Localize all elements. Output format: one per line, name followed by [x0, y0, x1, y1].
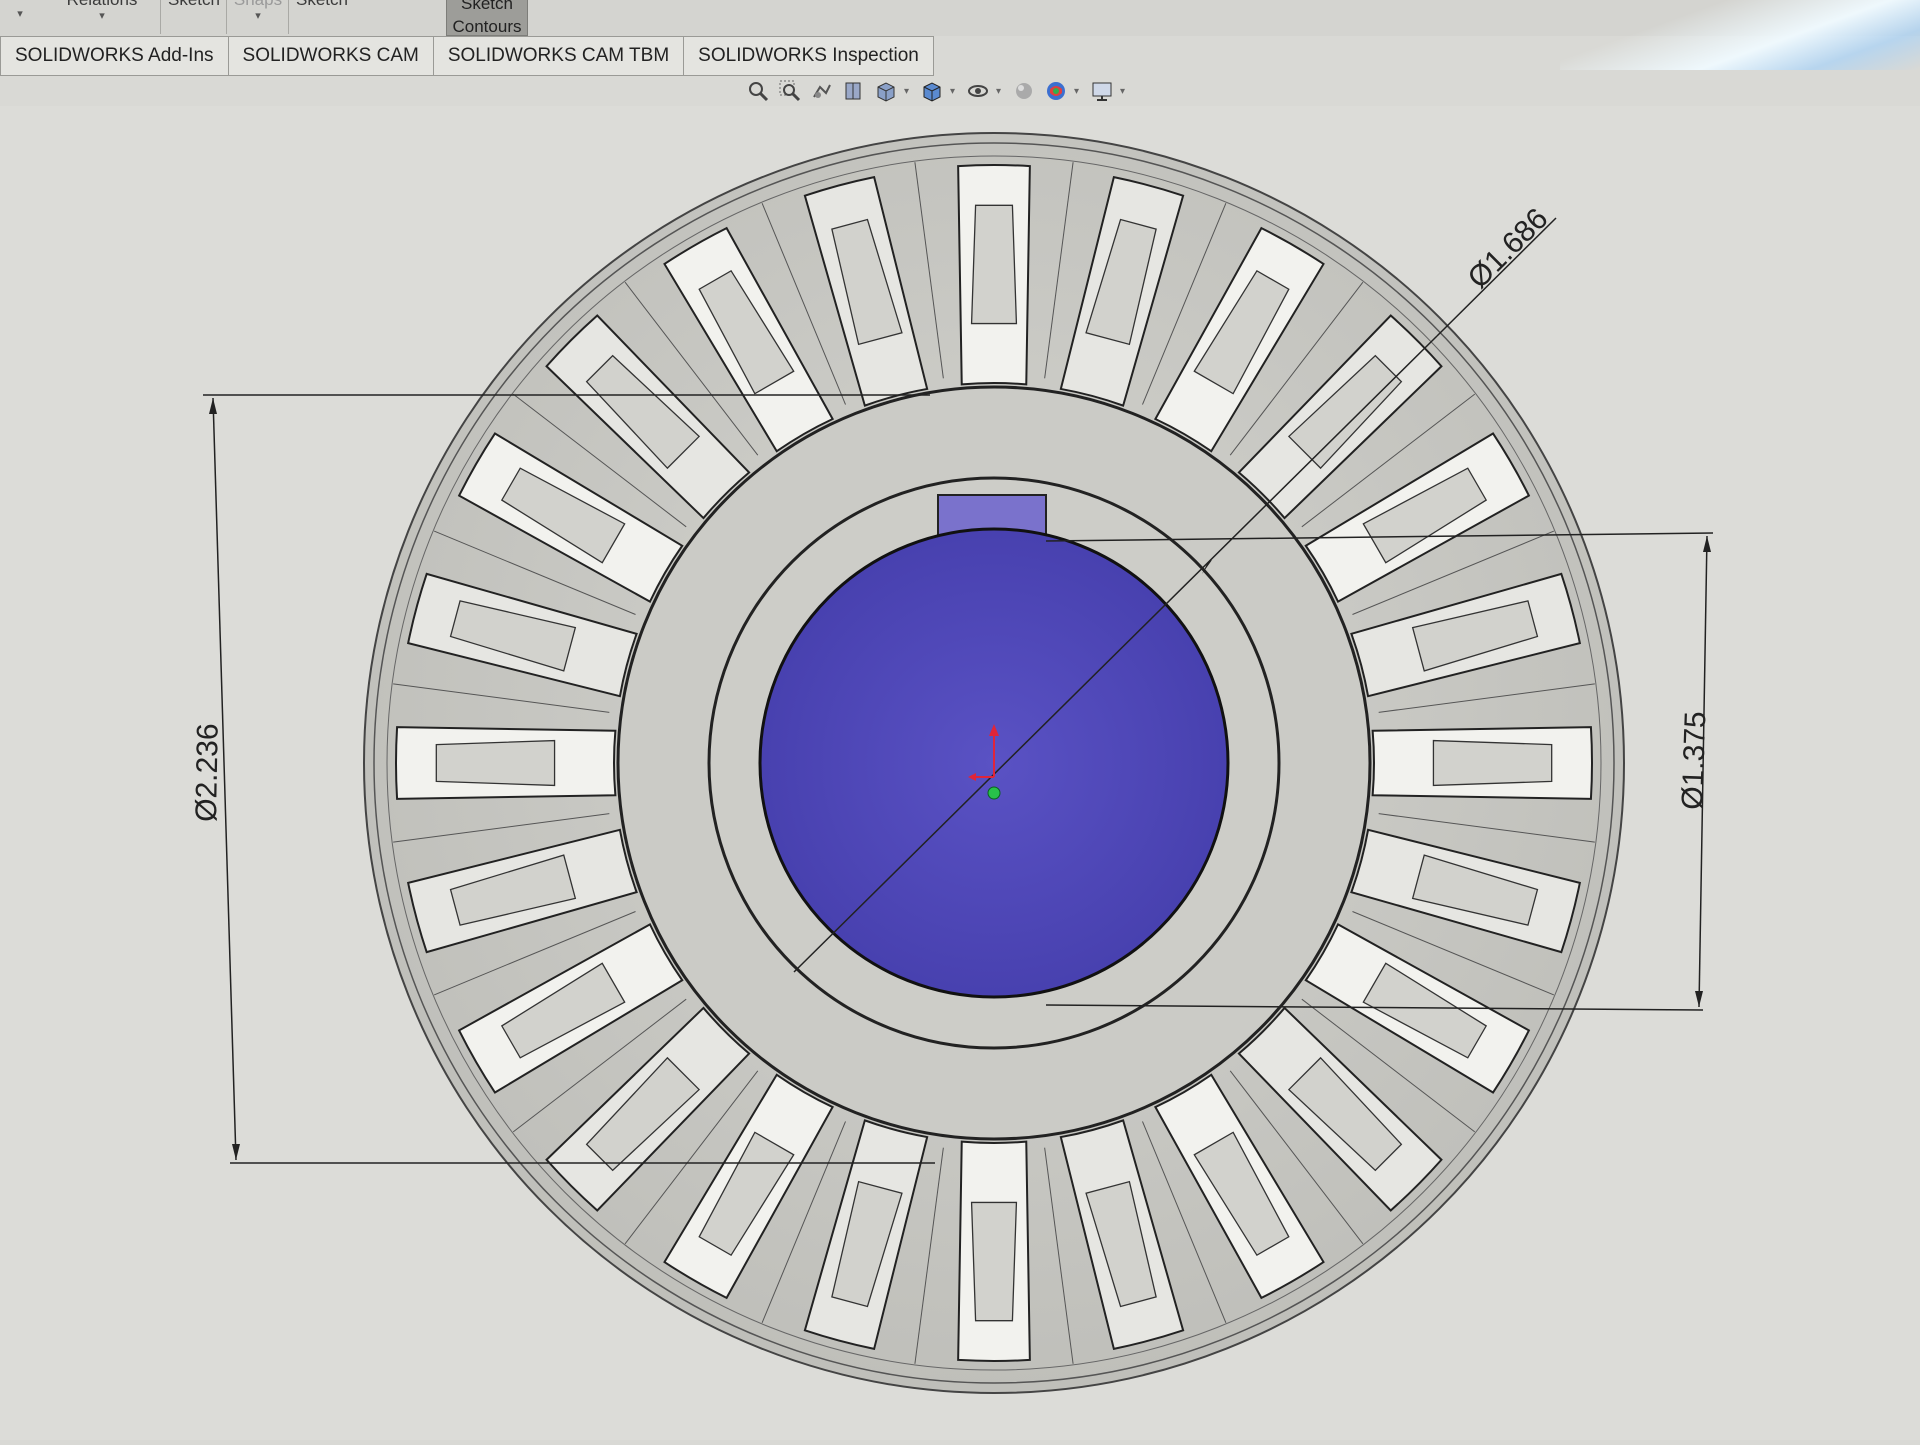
sketch-contours-label-line2: Contours — [452, 17, 522, 36]
command-manager-strip: ▾ Relations ▾ Sketch Snaps ▾ Sketch Sket… — [0, 0, 1920, 70]
previous-view-icon[interactable] — [808, 77, 836, 105]
fin-slot-floor — [970, 204, 1018, 325]
chevron-down-icon: ▾ — [17, 8, 23, 20]
sketch-button-2[interactable]: Sketch — [290, 0, 354, 27]
divider — [160, 0, 161, 34]
edit-appearance-icon[interactable] — [1010, 77, 1038, 105]
relations-button[interactable]: Relations ▾ — [52, 0, 152, 27]
fin-slot-floor — [435, 739, 556, 787]
hide-show-items-icon[interactable] — [964, 77, 992, 105]
chevron-down-icon: ▾ — [255, 10, 261, 22]
fin-slot-floor — [970, 1201, 1018, 1322]
outer-diameter-label: Ø2.236 — [190, 723, 225, 822]
view-orientation-icon[interactable] — [872, 77, 900, 105]
sketch-contours-button[interactable]: Sketch Contours — [446, 0, 528, 36]
chevron-down-icon[interactable]: ▾ — [1120, 86, 1130, 97]
sketch-contours-label-line1: Sketch — [461, 0, 513, 13]
chevron-down-icon[interactable]: ▾ — [1074, 86, 1084, 97]
section-view-icon[interactable] — [840, 77, 868, 105]
model-view: Ø2.236 Ø1.375 Ø1.686 — [190, 132, 1714, 1394]
chevron-down-icon[interactable]: ▾ — [996, 86, 1006, 97]
sketch-button[interactable]: Sketch — [164, 0, 224, 27]
apply-scene-icon[interactable] — [1042, 77, 1070, 105]
origin-point-icon — [987, 786, 1001, 800]
tab-solidworks-cam[interactable]: SOLIDWORKS CAM — [228, 36, 434, 76]
arrowhead — [1703, 536, 1711, 552]
zoom-to-area-icon[interactable] — [776, 77, 804, 105]
tab-solidworks-inspection[interactable]: SOLIDWORKS Inspection — [684, 36, 934, 76]
chevron-down-icon[interactable]: ▾ — [950, 86, 960, 97]
divider — [288, 0, 289, 34]
sketch-label: Sketch — [296, 0, 348, 9]
command-manager-tabs: SOLIDWORKS Add-Ins SOLIDWORKS CAM SOLIDW… — [0, 36, 934, 76]
screen-glare — [1560, 0, 1920, 70]
hub-diameter-label: Ø1.686 — [1462, 202, 1555, 295]
dropdown-button[interactable]: ▾ — [0, 0, 40, 36]
chevron-down-icon: ▾ — [99, 10, 105, 22]
arrowhead — [232, 1144, 240, 1160]
graphics-area[interactable]: Ø2.236 Ø1.375 Ø1.686 — [0, 106, 1920, 1440]
snaps-button[interactable]: Snaps ▾ — [230, 0, 286, 27]
tab-solidworks-add-ins[interactable]: SOLIDWORKS Add-Ins — [0, 36, 229, 76]
fin-slot-floor — [1432, 739, 1553, 787]
view-settings-icon[interactable] — [1088, 77, 1116, 105]
arrowhead — [209, 398, 217, 414]
bore-diameter-label: Ø1.375 — [1676, 711, 1712, 811]
heads-up-view-toolbar: ▾ ▾ ▾ ▾ ▾ — [744, 76, 1130, 106]
divider — [226, 0, 227, 34]
zoom-to-fit-icon[interactable] — [744, 77, 772, 105]
tab-solidworks-cam-tbm[interactable]: SOLIDWORKS CAM TBM — [433, 36, 685, 76]
chevron-down-icon[interactable]: ▾ — [904, 86, 914, 97]
arrowhead — [1695, 991, 1703, 1007]
sketch-label: Sketch — [168, 0, 220, 9]
display-style-icon[interactable] — [918, 77, 946, 105]
